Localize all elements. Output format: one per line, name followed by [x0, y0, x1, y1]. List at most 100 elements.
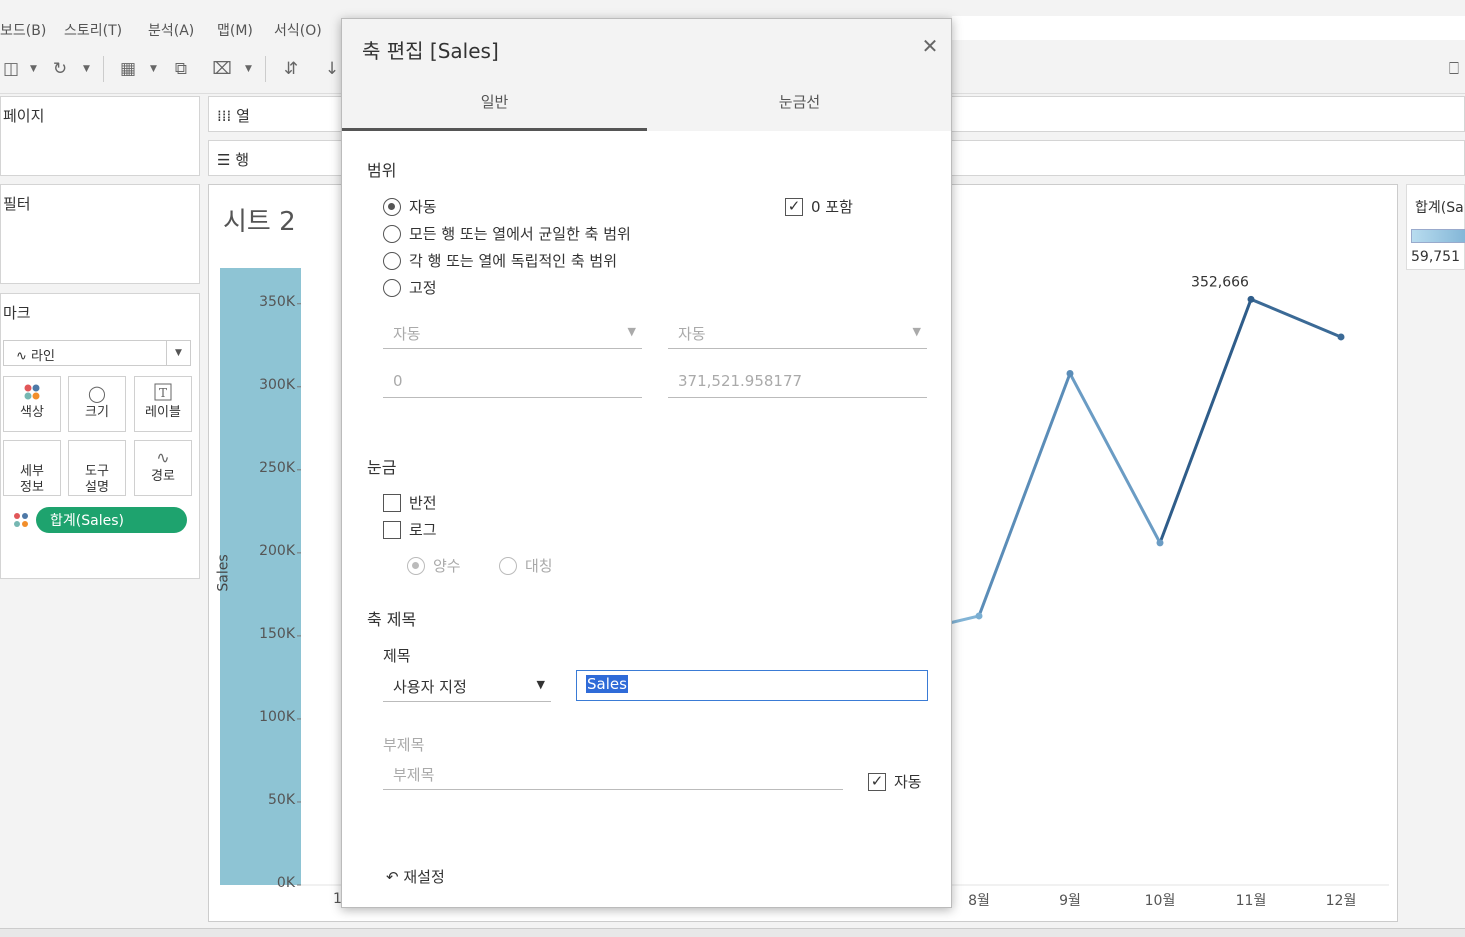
sort-icon[interactable]: ↓ [321, 58, 343, 80]
range-option-label: 자동 [409, 198, 437, 216]
checkbox-box[interactable] [383, 520, 401, 539]
data-point [1066, 369, 1074, 377]
series-line-segment [1249, 297, 1343, 339]
tab-gridlines-label: 눈금선 [778, 93, 821, 111]
mark-type-select[interactable]: ∿ 라인 ▼ [3, 340, 191, 366]
new-sheet-icon[interactable]: ▦ [117, 58, 139, 80]
columns-label: 열 [236, 107, 250, 125]
subtitle-input: 부제목 [383, 758, 843, 790]
title-input[interactable]: Sales [576, 670, 928, 701]
range-option-label: 고정 [409, 279, 437, 297]
checkbox-box[interactable] [383, 493, 401, 512]
x-tick-label: 10월 [1145, 893, 1176, 909]
filters-panel: 필터 [0, 184, 200, 284]
chevron-down-icon[interactable]: ▼ [166, 341, 190, 365]
range-end-input[interactable]: 371,521.958177 [668, 366, 927, 398]
range-start-input[interactable]: 0 [383, 366, 642, 398]
datasource-icon[interactable]: ◫ [0, 58, 22, 80]
menu-item-map[interactable]: 맵(M) [217, 20, 253, 40]
data-point [1337, 333, 1345, 341]
menu-item-story[interactable]: 스토리(T) [64, 20, 122, 40]
reset-icon: ↶ [386, 868, 399, 886]
rows-icon: ☰ [217, 151, 231, 169]
range-option-uniform[interactable]: 모든 행 또는 열에서 균일한 축 범위 [383, 223, 631, 245]
range-start-mode-value: 자동 [393, 325, 421, 343]
edit-axis-dialog: 축 편집 [Sales] ✕ 일반 눈금선 범위 자동 모든 행 또는 열에서 … [341, 18, 952, 908]
title-mode-value: 사용자 지정 [393, 678, 467, 696]
range-option-auto[interactable]: 자동 [383, 196, 437, 218]
tab-general[interactable]: 일반 [342, 91, 647, 131]
duplicate-sheet-icon[interactable]: ⧉ [170, 58, 192, 80]
mark-detail-label: 세부 정보 [20, 464, 44, 495]
x-tick-label: 12월 [1326, 893, 1357, 909]
radio-button[interactable] [383, 251, 401, 270]
presentation-icon[interactable]: ⎕ [1443, 58, 1465, 80]
title-mode-select[interactable]: 사용자 지정 ▼ [383, 670, 551, 702]
range-end-mode-select[interactable]: 자동 ▼ [668, 317, 927, 349]
chevron-down-icon[interactable]: ▼ [83, 58, 90, 80]
data-label: 352,666 [1191, 274, 1249, 290]
color-dots-icon [13, 512, 29, 532]
mark-size-button[interactable]: ◯ 크기 [68, 376, 126, 432]
legend-min-value: 59,751 [1411, 249, 1460, 265]
filters-title: 필터 [3, 195, 31, 213]
range-end-value: 371,521.958177 [678, 372, 803, 390]
menu-item-format[interactable]: 서식(O) [274, 20, 322, 40]
columns-icon: ⁞⁞⁞ [217, 107, 232, 125]
range-end-mode-value: 자동 [678, 325, 706, 343]
series-line-segment [977, 371, 1072, 618]
color-dots-icon [4, 383, 60, 405]
refresh-icon[interactable]: ↻ [49, 58, 71, 80]
checkmark-icon[interactable]: ✓ [868, 772, 886, 791]
swap-icon[interactable]: ⇵ [280, 58, 302, 80]
color-legend: 합계(Sa 59,751 [1406, 184, 1465, 270]
mark-detail-button[interactable]: 세부 정보 [3, 440, 61, 496]
mark-tooltip-label: 도구 설명 [85, 464, 109, 495]
chevron-down-icon[interactable]: ▼ [30, 58, 37, 80]
log-label: 로그 [409, 521, 437, 539]
radio-button[interactable] [383, 197, 401, 216]
reversed-checkbox[interactable]: 반전 [383, 492, 437, 514]
radio-button[interactable] [383, 278, 401, 297]
chevron-down-icon: ▼ [912, 325, 921, 338]
mark-size-label: 크기 [85, 405, 109, 420]
marks-title: 마크 [3, 304, 31, 322]
log-symmetric-label: 대칭 [525, 557, 553, 575]
chevron-down-icon[interactable]: ▼ [245, 58, 252, 80]
clear-sheet-icon[interactable]: ⌧ [211, 58, 233, 80]
include-zero-label: 0 포함 [811, 198, 853, 216]
menu-item-dashboard[interactable]: 보드(B) [0, 20, 46, 40]
close-icon[interactable]: ✕ [919, 35, 941, 57]
tab-gridlines[interactable]: 눈금선 [647, 91, 952, 131]
include-zero-checkbox[interactable]: ✓ 0 포함 [785, 196, 853, 218]
series-line-segment [950, 614, 980, 625]
range-option-independent[interactable]: 각 행 또는 열에 독립적인 축 범위 [383, 250, 617, 272]
checkmark-icon[interactable]: ✓ [785, 197, 803, 216]
pages-panel: 페이지 [0, 96, 200, 176]
radio-button[interactable] [383, 224, 401, 243]
line-icon: ∿ [16, 349, 27, 364]
series-line-segment [1068, 371, 1162, 545]
legend-title: 합계(Sa [1415, 200, 1464, 216]
mark-path-button[interactable]: ∿ 경로 [134, 440, 192, 496]
sales-pill[interactable]: 합계(Sales) [36, 507, 187, 533]
reset-button[interactable]: ↶ 재설정 [386, 866, 445, 887]
menu-item-analysis[interactable]: 분석(A) [148, 20, 194, 40]
mark-type-label: 라인 [31, 349, 55, 364]
mark-color-button[interactable]: 색상 [3, 376, 61, 432]
mark-color-label: 색상 [20, 405, 44, 420]
range-start-mode-select[interactable]: 자동 ▼ [383, 317, 642, 349]
dialog-title: 축 편집 [Sales] [362, 39, 499, 63]
mark-label-button[interactable]: T 레이블 [134, 376, 192, 432]
mark-tooltip-button[interactable]: 도구 설명 [68, 440, 126, 496]
subtitle-auto-checkbox[interactable]: ✓ 자동 [868, 771, 922, 793]
rows-label: 행 [235, 151, 250, 169]
series-line-segment [1158, 297, 1253, 545]
chevron-down-icon[interactable]: ▼ [150, 58, 157, 80]
log-checkbox[interactable]: 로그 [383, 519, 437, 541]
size-icon: ◯ [88, 384, 106, 403]
range-option-label: 모든 행 또는 열에서 균일한 축 범위 [409, 225, 631, 243]
range-section-title: 범위 [367, 161, 397, 180]
range-option-fixed[interactable]: 고정 [383, 277, 437, 299]
reset-label: 재설정 [403, 868, 445, 886]
